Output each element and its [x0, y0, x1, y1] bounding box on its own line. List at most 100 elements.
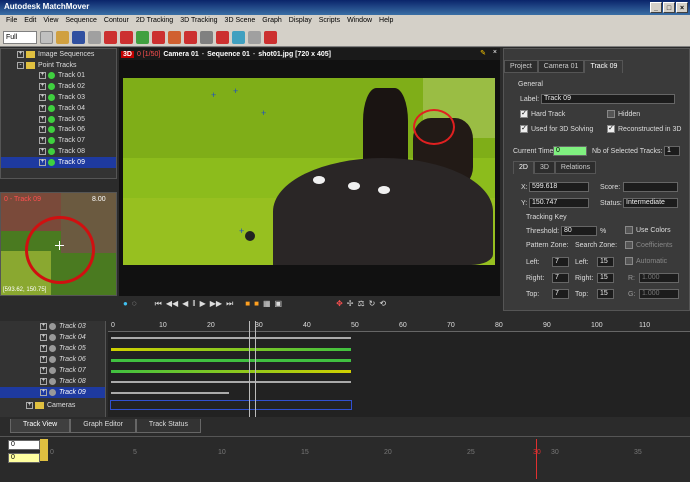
forward-track-icon[interactable] — [136, 30, 149, 44]
timeline-track-07[interactable]: + Track 07 — [0, 365, 105, 376]
expand-icon[interactable]: + — [39, 94, 46, 102]
coefficients-checkbox[interactable] — [625, 241, 633, 249]
tab-graph-editor[interactable]: Graph Editor — [70, 419, 136, 433]
menu-edit[interactable]: Edit — [21, 15, 40, 28]
view-mode-icon[interactable]: ■ — [245, 299, 250, 308]
pattern-right-field[interactable]: 7 — [552, 273, 569, 283]
tree-image-sequences[interactable]: + Image Sequences — [1, 49, 116, 60]
timeline-track-06[interactable]: + Track 06 — [0, 354, 105, 365]
search-right-field[interactable]: 15 — [597, 273, 614, 283]
expand-icon[interactable]: + — [39, 158, 46, 166]
track-point-icon[interactable]: + — [233, 86, 238, 96]
tree-track-07[interactable]: + Track 07 — [1, 135, 116, 146]
subtab-relations[interactable]: Relations — [554, 161, 597, 174]
grid-icon[interactable]: ▦ — [263, 299, 271, 308]
pattern-left-field[interactable]: 7 — [552, 257, 569, 267]
menu-view[interactable]: View — [40, 15, 62, 28]
pin-icon[interactable]: ✎ — [480, 49, 486, 57]
expand-icon[interactable]: + — [39, 115, 46, 123]
maximize-button[interactable]: □ — [663, 2, 675, 13]
track-bar[interactable] — [111, 337, 351, 339]
collapse-icon[interactable]: - — [17, 61, 24, 69]
cube-icon[interactable] — [200, 30, 213, 44]
frame-marker[interactable] — [536, 439, 537, 479]
track-bar[interactable] — [111, 381, 351, 383]
track-timeline[interactable]: 0 10 20 30 40 50 60 70 80 90 100 110 — [108, 321, 690, 417]
backward-track-icon[interactable] — [152, 30, 165, 44]
prev-key-icon[interactable]: ◀◀ — [166, 299, 178, 308]
zoom-icon[interactable]: ◌ — [132, 299, 137, 308]
use-colors-checkbox[interactable] — [625, 226, 633, 234]
minimize-button[interactable]: _ — [650, 2, 662, 13]
expand-icon[interactable]: + — [39, 83, 46, 91]
new-icon[interactable] — [40, 30, 53, 44]
menu-2d-tracking[interactable]: 2D Tracking — [133, 15, 177, 28]
expand-icon[interactable]: + — [39, 126, 46, 134]
menu-scripts[interactable]: Scripts — [316, 15, 344, 28]
bidirectional-icon[interactable] — [184, 30, 197, 44]
tree-track-08[interactable]: + Track 08 — [1, 146, 116, 157]
track-marker-circle[interactable] — [25, 216, 95, 284]
track-bar[interactable] — [111, 370, 351, 373]
expand-icon[interactable]: + — [39, 137, 46, 145]
search-left-field[interactable]: 15 — [597, 257, 614, 267]
menu-window[interactable]: Window — [344, 15, 376, 28]
menu-display[interactable]: Display — [286, 15, 316, 28]
tab-track-view[interactable]: Track View — [10, 419, 71, 433]
camera-icon[interactable] — [248, 30, 261, 44]
tab-track-status[interactable]: Track Status — [135, 419, 201, 433]
hard-track-checkbox[interactable]: ✓ — [520, 110, 528, 118]
export-icon[interactable] — [264, 30, 277, 44]
move-icon[interactable]: ✥ — [336, 299, 343, 308]
used-3d-checkbox[interactable]: ✓ — [520, 125, 528, 133]
menu-contour[interactable]: Contour — [101, 15, 133, 28]
track-09-marker[interactable] — [413, 109, 455, 145]
expand-icon[interactable]: + — [39, 72, 46, 80]
menu-help[interactable]: Help — [376, 15, 397, 28]
close-viewer-icon[interactable]: × — [493, 49, 497, 56]
image-icon[interactable]: ▣ — [275, 299, 283, 308]
reset-icon[interactable]: ⟲ — [379, 299, 386, 308]
tab-camera[interactable]: Camera 01 — [537, 60, 585, 73]
track-tool-2-icon[interactable] — [120, 30, 133, 44]
current-time-field[interactable]: 0 — [553, 146, 587, 156]
timeline-track-04[interactable]: + Track 04 — [0, 332, 105, 343]
timeline-track-05[interactable]: + Track 05 — [0, 343, 105, 354]
track-bar[interactable] — [111, 348, 351, 351]
range-start-field[interactable]: 0 — [8, 440, 40, 450]
tree-track-01[interactable]: + Track 01 — [1, 71, 116, 82]
track-point-icon[interactable]: + — [261, 108, 266, 118]
menu-3d-scene[interactable]: 3D Scene — [222, 15, 260, 28]
tree-track-05[interactable]: + Track 05 — [1, 114, 116, 125]
play-icon[interactable]: ▶ — [200, 299, 206, 308]
menu-file[interactable]: File — [3, 15, 21, 28]
subtab-2d[interactable]: 2D — [513, 161, 534, 174]
threshold-field[interactable]: 80 — [561, 226, 597, 236]
range-handle[interactable] — [40, 439, 48, 461]
expand-icon[interactable]: + — [39, 148, 46, 156]
track-point-icon[interactable]: + — [211, 90, 216, 100]
y-field[interactable]: 150.747 — [529, 198, 589, 208]
track-point-icon[interactable]: + — [239, 226, 244, 236]
hidden-checkbox[interactable] — [607, 110, 615, 118]
axis-icon[interactable] — [232, 30, 245, 44]
playhead[interactable] — [249, 321, 250, 417]
tree-track-06[interactable]: + Track 06 — [1, 125, 116, 136]
tab-track[interactable]: Track 09 — [584, 60, 624, 73]
next-key-icon[interactable]: ▶▶ — [210, 299, 222, 308]
x-field[interactable]: 599.618 — [529, 182, 589, 192]
selected-track-bar[interactable] — [110, 400, 352, 410]
timeline-track-09[interactable]: + Track 09 — [0, 387, 105, 398]
reconstructed-checkbox[interactable]: ✓ — [607, 125, 615, 133]
menu-sequence[interactable]: Sequence — [62, 15, 101, 28]
track-tool-icon[interactable] — [104, 30, 117, 44]
wrench-icon[interactable] — [88, 30, 101, 44]
timeline-cameras[interactable]: + Cameras — [0, 400, 105, 411]
open-icon[interactable] — [56, 30, 69, 44]
mode-select[interactable]: Full — [3, 30, 37, 44]
timeline-track-08[interactable]: + Track 08 — [0, 376, 105, 387]
keyframe-icon[interactable] — [168, 30, 181, 44]
tree-point-tracks[interactable]: - Point Tracks — [1, 60, 116, 71]
close-button[interactable]: × — [676, 2, 688, 13]
search-top-field[interactable]: 15 — [597, 289, 614, 299]
